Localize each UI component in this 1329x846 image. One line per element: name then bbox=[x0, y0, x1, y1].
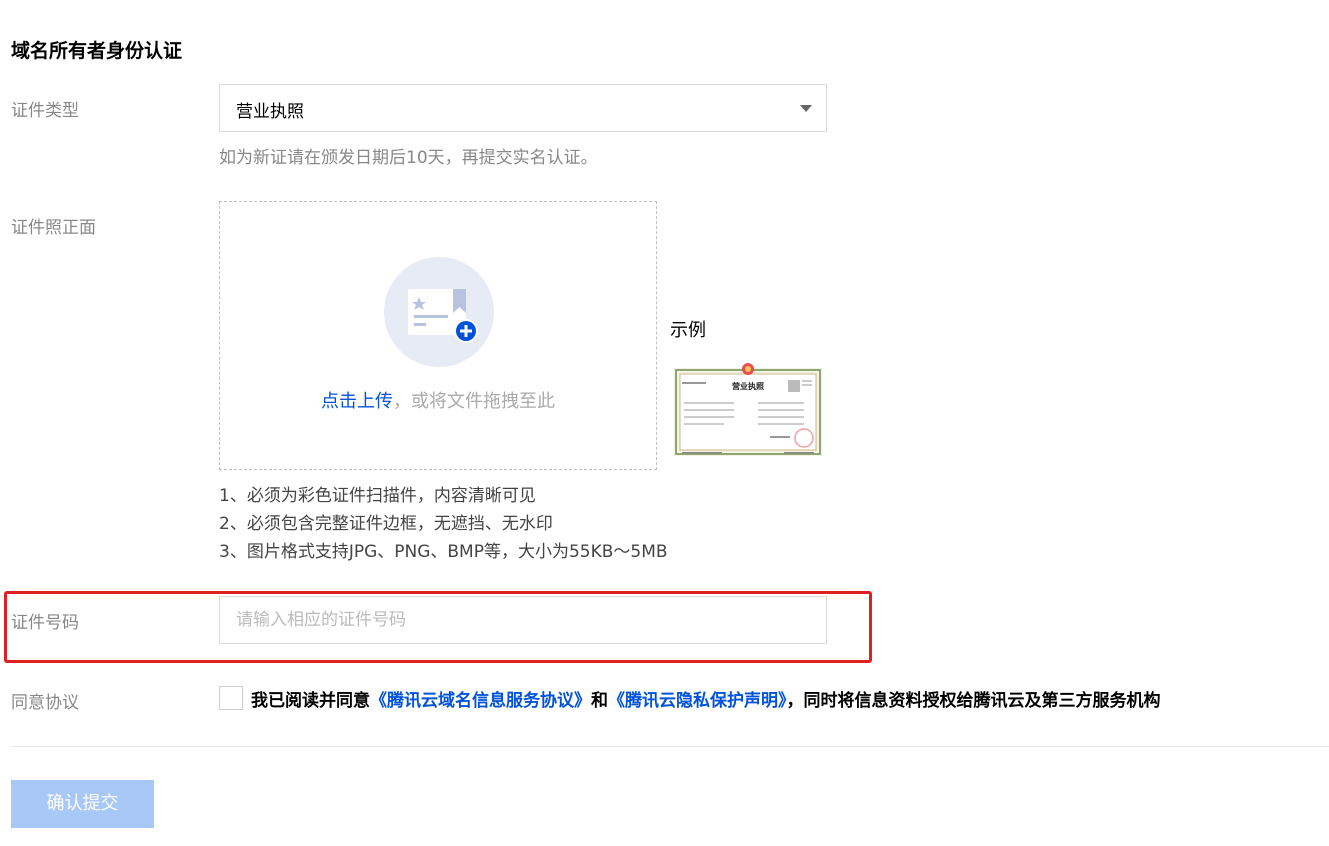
privacy-statement-link[interactable]: 《腾讯云隐私保护声明》 bbox=[608, 691, 787, 711]
service-agreement-link[interactable]: 《腾讯云域名信息服务协议》 bbox=[370, 691, 591, 711]
caret-down-icon bbox=[800, 105, 812, 112]
id-type-hint: 如为新证请在颁发日期后10天，再提交实名认证。 bbox=[219, 148, 598, 168]
example-label: 示例 bbox=[670, 320, 706, 341]
agreement-suffix: ，同时将信息资料授权给腾讯云及第三方服务机构 bbox=[786, 691, 1161, 711]
agreement-middle: 和 bbox=[591, 691, 608, 711]
id-type-select[interactable]: 营业执照 bbox=[219, 84, 827, 132]
upload-dropzone[interactable]: 点击上传，或将文件拖拽至此 bbox=[219, 201, 657, 470]
id-number-input[interactable] bbox=[220, 597, 826, 643]
certificate-upload-icon bbox=[384, 257, 494, 367]
id-type-selected-value: 营业执照 bbox=[236, 102, 304, 122]
example-image-title: 营业执照 bbox=[732, 381, 764, 391]
upload-link[interactable]: 点击上传 bbox=[321, 391, 393, 412]
section-title: 域名所有者身份认证 bbox=[11, 40, 183, 62]
agreement-prefix: 我已阅读并同意 bbox=[251, 691, 370, 711]
id-number-label: 证件号码 bbox=[11, 613, 79, 633]
example-license-image[interactable]: 营业执照 bbox=[674, 362, 822, 458]
agreement-text: 我已阅读并同意《腾讯云域名信息服务协议》和《腾讯云隐私保护声明》，同时将信息资料… bbox=[251, 686, 1161, 711]
id-type-label: 证件类型 bbox=[11, 101, 79, 121]
submit-button[interactable]: 确认提交 bbox=[11, 780, 154, 828]
id-photo-label: 证件照正面 bbox=[11, 218, 96, 238]
id-number-field-wrapper bbox=[219, 596, 827, 644]
upload-rule-2: 2、必须包含完整证件边框，无遮挡、无水印 bbox=[219, 514, 553, 534]
divider bbox=[11, 746, 1329, 747]
upload-instructions: 点击上传，或将文件拖拽至此 bbox=[220, 387, 656, 413]
upload-rule-3: 3、图片格式支持JPG、PNG、BMP等，大小为55KB～5MB bbox=[219, 542, 668, 562]
upload-rule-1: 1、必须为彩色证件扫描件，内容清晰可见 bbox=[219, 486, 536, 506]
agreement-label: 同意协议 bbox=[11, 693, 79, 713]
upload-drag-text: ，或将文件拖拽至此 bbox=[393, 391, 555, 412]
agreement-checkbox[interactable] bbox=[219, 686, 243, 710]
